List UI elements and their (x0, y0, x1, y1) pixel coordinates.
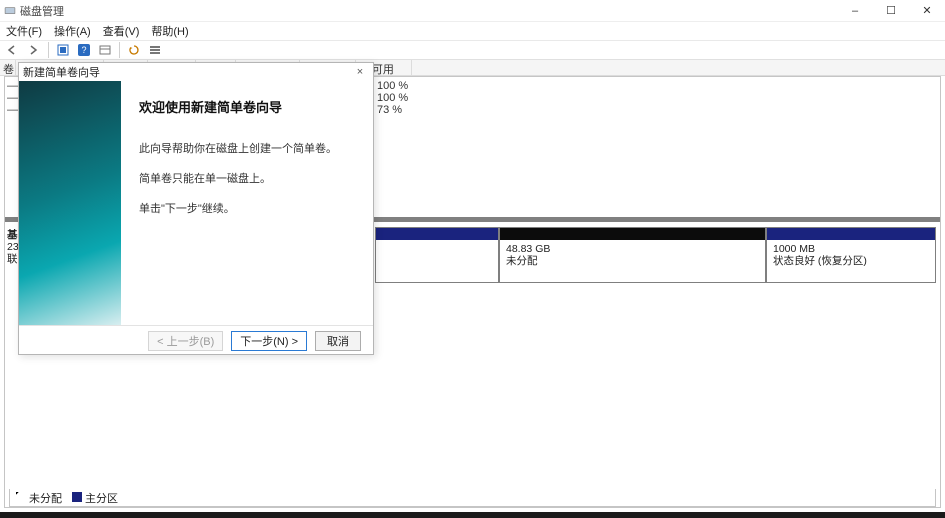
toolbar-btn-1[interactable] (54, 42, 72, 58)
vol-icon-0: — (7, 80, 17, 92)
wizard-banner-image (19, 81, 121, 325)
toolbar-list-icon[interactable] (146, 42, 164, 58)
window-title: 磁盘管理 (20, 3, 64, 19)
volume-row-2-pctfree: 73 % (377, 104, 402, 116)
partition-color-bar (376, 228, 498, 240)
legend-swatch-primary (72, 492, 82, 502)
back-button: < 上一步(B) (148, 331, 223, 351)
partition-status: 状态良好 (恢复分区) (773, 255, 929, 267)
wizard-paragraph-1: 此向导帮助你在磁盘上创建一个简单卷。 (139, 140, 359, 156)
disk-label-fragment: 基 (7, 229, 19, 241)
help-icon[interactable]: ? (75, 42, 93, 58)
volume-row-0-pctfree: 100 % (377, 80, 408, 92)
legend-unallocated-label: 未分配 (29, 493, 62, 505)
vol-icon-1: — (7, 92, 17, 104)
back-icon[interactable] (4, 42, 22, 58)
vol-icon-2: — (7, 104, 17, 116)
partition-hidden-left[interactable] (375, 227, 499, 283)
partition-status: 未分配 (506, 255, 759, 267)
legend-primary-label: 主分区 (85, 493, 118, 505)
menu-view[interactable]: 查看(V) (103, 23, 140, 39)
forward-icon[interactable] (25, 42, 43, 58)
next-button[interactable]: 下一步(N) > (231, 331, 307, 351)
toolbar-btn-3[interactable] (96, 42, 114, 58)
wizard-heading: 欢迎使用新建简单卷向导 (139, 97, 359, 116)
toolbar: ? (0, 40, 945, 60)
partition-size: 1000 MB (773, 243, 929, 255)
refresh-icon[interactable] (125, 42, 143, 58)
partition-recovery[interactable]: 1000 MB 状态良好 (恢复分区) (766, 227, 936, 283)
menu-action[interactable]: 操作(A) (54, 23, 91, 39)
svg-text:?: ? (81, 45, 86, 55)
disk-size-fragment: 23 (7, 241, 19, 253)
partition-color-bar (500, 228, 765, 240)
taskbar[interactable] (0, 512, 945, 518)
volume-row-1-pctfree: 100 % (377, 92, 408, 104)
minimize-button[interactable]: – (837, 0, 873, 22)
wizard-paragraph-3: 单击"下一步"继续。 (139, 200, 359, 216)
partition-unallocated[interactable]: 48.83 GB 未分配 (499, 227, 766, 283)
col-vol[interactable]: 卷 (0, 60, 16, 75)
dialog-close-icon[interactable]: × (351, 66, 369, 78)
maximize-button[interactable]: ☐ (873, 0, 909, 22)
partition-size: 48.83 GB (506, 243, 759, 255)
close-button[interactable]: ✕ (909, 0, 945, 22)
titlebar: 磁盘管理 – ☐ ✕ (0, 0, 945, 22)
wizard-paragraph-2: 简单卷只能在单一磁盘上。 (139, 170, 359, 186)
disk-status-fragment: 联 (7, 253, 19, 265)
partition-color-bar (767, 228, 935, 240)
menu-file[interactable]: 文件(F) (6, 23, 42, 39)
cancel-button[interactable]: 取消 (315, 331, 361, 351)
dialog-title: 新建简单卷向导 (23, 64, 100, 80)
menu-help[interactable]: 帮助(H) (151, 23, 188, 39)
new-simple-volume-wizard: 新建简单卷向导 × 欢迎使用新建简单卷向导 此向导帮助你在磁盘上创建一个简单卷。… (18, 62, 374, 355)
app-icon (4, 5, 16, 17)
menubar: 文件(F) 操作(A) 查看(V) 帮助(H) (0, 22, 945, 40)
legend-swatch-unallocated (16, 492, 26, 502)
